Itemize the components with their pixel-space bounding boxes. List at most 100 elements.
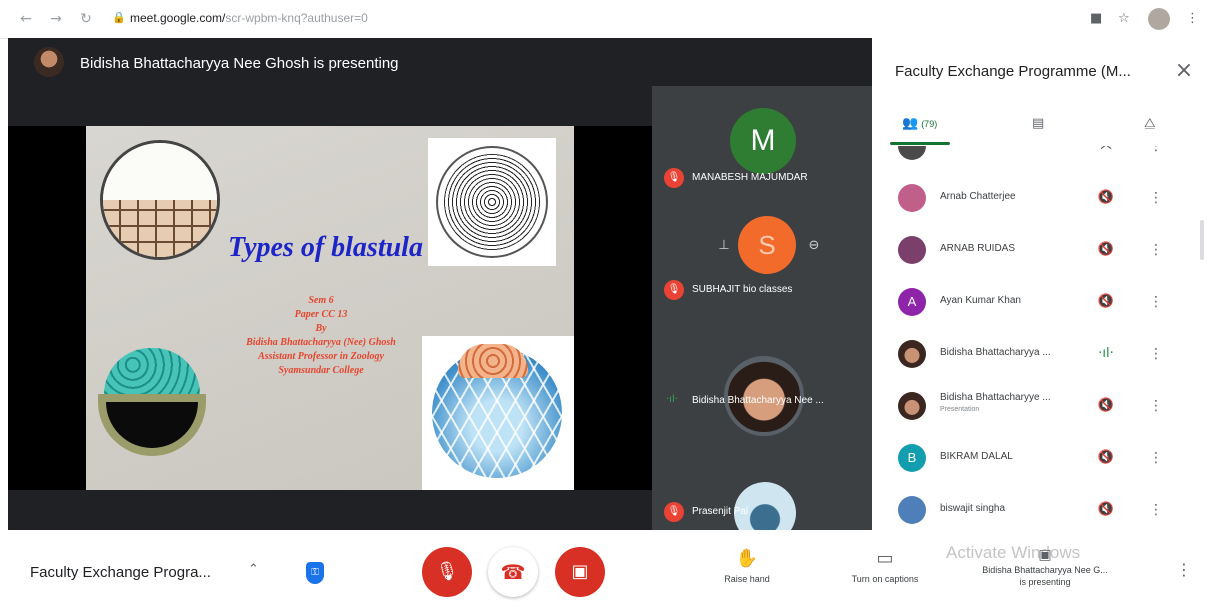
avatar xyxy=(898,496,926,524)
participant-tile-name: Prasenjit Pal xyxy=(692,506,749,517)
blastula-figure-3 xyxy=(98,348,206,458)
participant-tile-avatar[interactable]: S xyxy=(738,216,796,274)
list-item[interactable]: A Ayan Kumar Khan 🔇 ⋮ xyxy=(872,276,1192,328)
tab-activities[interactable]: ⧋ xyxy=(1144,112,1156,136)
captions-label: Turn on captions xyxy=(851,574,919,584)
participant-tile-name: SUBHAJIT bio classes xyxy=(692,284,793,295)
blastula-figure-2 xyxy=(428,138,556,266)
present-screen-icon: ▣ xyxy=(1038,547,1052,563)
list-item[interactable]: B BIKRAM DALAL 🔇 ⋮ xyxy=(872,432,1192,484)
list-item[interactable]: biswajit singha 🔇 ⋮ xyxy=(872,484,1192,530)
participant-name: Ayan Kumar Khan xyxy=(940,295,1021,306)
lock-icon: 🔒 xyxy=(112,11,126,24)
blastula-figure-1 xyxy=(100,140,220,260)
slide-subtitle: Sem 6 Paper CC 13 By Bidisha Bhattachary… xyxy=(216,294,426,378)
list-item[interactable]: Arnab Chatterjee 🔇 ⋮ xyxy=(872,172,1192,224)
more-options-icon[interactable]: ⋮ xyxy=(1176,560,1192,579)
participant-name: Arnab Chatterjee xyxy=(940,191,1016,202)
presenting-label: Bidisha Bhattacharyya Nee Ghosh is prese… xyxy=(80,55,399,72)
mic-off-icon: 🎙 xyxy=(435,561,459,582)
presenting-line-2: is presenting xyxy=(1019,577,1071,587)
participant-name: biswajit singha xyxy=(940,503,1006,514)
avatar xyxy=(898,340,926,368)
microphone-toggle-button[interactable]: 🎙 xyxy=(422,547,472,597)
mic-off-icon: 🎙 xyxy=(664,502,684,522)
slide-line: By xyxy=(315,323,327,334)
bookmark-star-icon[interactable]: ☆ xyxy=(1118,10,1130,28)
mic-off-icon: 🔇 xyxy=(1097,242,1115,257)
more-options-icon[interactable]: ⋮ xyxy=(1148,448,1164,468)
presenting-line-1: Bidisha Bhattacharyya Nee G... xyxy=(982,565,1108,575)
more-options-icon[interactable]: ⋮ xyxy=(1148,188,1164,208)
hand-icon: ✋ xyxy=(735,548,759,569)
list-item[interactable]: Bidisha Bhattacharyye ... Presentation 🔇… xyxy=(872,380,1192,432)
participant-subtitle: Presentation xyxy=(940,406,980,413)
participant-tile-avatar[interactable]: M xyxy=(730,108,796,174)
participant-tile-name: Bidisha Bhattacharyya Nee ... xyxy=(692,395,824,406)
pin-icon[interactable]: ⊥ xyxy=(714,236,734,256)
more-options-icon[interactable]: ⋮ xyxy=(1148,500,1164,520)
close-icon[interactable]: × xyxy=(1172,59,1196,83)
meeting-details-button[interactable]: Faculty Exchange Progra... xyxy=(30,564,211,581)
more-options-icon[interactable]: ⋮ xyxy=(1148,396,1164,416)
panel-title: Faculty Exchange Programme (M... xyxy=(895,63,1131,80)
chevron-up-icon[interactable]: ⌃ xyxy=(248,562,259,577)
slide-line: Syamsundar College xyxy=(278,365,364,376)
active-tab-indicator xyxy=(890,142,950,145)
camera-off-icon: ▣ xyxy=(571,561,589,582)
remove-icon[interactable]: ⊖ xyxy=(804,236,824,256)
camera-indicator-icon[interactable]: ■ xyxy=(1090,10,1102,28)
speaking-indicator-icon: ·ıl· xyxy=(666,394,678,405)
captions-button[interactable]: ▭ Turn on captions xyxy=(840,548,930,584)
captions-icon: ▭ xyxy=(876,548,894,569)
camera-toggle-button[interactable]: ▣ xyxy=(555,547,605,597)
mic-off-icon: 🎙 xyxy=(664,168,684,188)
more-options-icon[interactable]: ⋮ xyxy=(1148,240,1164,260)
shared-slide: Types of blastula Sem 6 Paper CC 13 By B… xyxy=(86,126,574,490)
panel-scrollbar[interactable] xyxy=(1200,220,1204,260)
more-options-icon[interactable]: ⋮ xyxy=(1148,146,1164,156)
mic-off-icon: 🔇 xyxy=(1097,450,1115,465)
mic-off-icon: ⋌ xyxy=(1096,146,1116,156)
more-options-icon[interactable]: ⋮ xyxy=(1148,344,1164,364)
avatar: B xyxy=(898,444,926,472)
participant-tiles: M 🎙 MANABESH MAJUMDAR ⊥ S ⊖ 🎙 SUBHAJIT b… xyxy=(652,86,872,544)
participant-name: ARNAB RUIDAS xyxy=(940,243,1016,254)
participant-tile-name: MANABESH MAJUMDAR xyxy=(692,172,808,183)
browser-menu-icon[interactable]: ⋮ xyxy=(1186,10,1199,28)
forward-icon[interactable]: → xyxy=(46,9,66,29)
list-item[interactable]: ⋌ ⋮ xyxy=(872,146,1192,172)
meeting-stage: Bidisha Bhattacharyya Nee Ghosh is prese… xyxy=(8,38,872,544)
slide-line: Bidisha Bhattacharyya (Nee) Ghosh xyxy=(246,337,396,348)
presentation-button[interactable]: ▣ Bidisha Bhattacharyya Nee G... is pres… xyxy=(970,546,1120,588)
address-bar[interactable]: 🔒 meet.google.com/scr-wpbm-knq?authuser=… xyxy=(112,8,1072,30)
avatar xyxy=(898,236,926,264)
back-icon[interactable]: ← xyxy=(16,9,36,29)
participant-name: Bidisha Bhattacharyye ... xyxy=(940,392,1051,403)
slide-line: Sem 6 xyxy=(308,295,334,306)
more-options-icon[interactable]: ⋮ xyxy=(1148,292,1164,312)
avatar xyxy=(898,184,926,212)
tab-people[interactable]: 👥 (79) xyxy=(902,112,937,136)
mic-off-icon: 🔇 xyxy=(1097,502,1115,517)
presenter-avatar xyxy=(34,47,64,77)
hang-up-icon: ☎ xyxy=(500,560,526,584)
presentation-area: Types of blastula Sem 6 Paper CC 13 By B… xyxy=(8,126,652,490)
people-panel: Faculty Exchange Programme (M... × 👥 (79)… xyxy=(872,38,1207,530)
reload-icon[interactable]: ↻ xyxy=(76,9,96,29)
raise-hand-button[interactable]: ✋ Raise hand xyxy=(702,548,792,584)
profile-avatar[interactable] xyxy=(1148,8,1170,30)
slide-line: Paper CC 13 xyxy=(294,309,348,320)
slide-line: Assistant Professor in Zoology xyxy=(258,351,384,362)
tab-chat[interactable]: ▤ xyxy=(1032,112,1044,136)
list-item[interactable]: Bidisha Bhattacharyya ... ·ıl· ⋮ xyxy=(872,328,1192,380)
leave-call-button[interactable]: ☎ xyxy=(488,547,538,597)
activities-icon: ⧋ xyxy=(1144,116,1156,131)
browser-toolbar: ← → ↻ 🔒 meet.google.com/scr-wpbm-knq?aut… xyxy=(0,0,1207,39)
list-item[interactable]: ARNAB RUIDAS 🔇 ⋮ xyxy=(872,224,1192,276)
host-controls-shield-icon[interactable]: ⚿ xyxy=(306,562,324,584)
avatar: A xyxy=(898,288,926,316)
participant-list: ⋌ ⋮ Arnab Chatterjee 🔇 ⋮ ARNAB RUIDAS 🔇 … xyxy=(872,146,1207,530)
people-count: (79) xyxy=(921,119,938,129)
speaking-indicator-icon: ·ıl· xyxy=(1098,346,1114,361)
